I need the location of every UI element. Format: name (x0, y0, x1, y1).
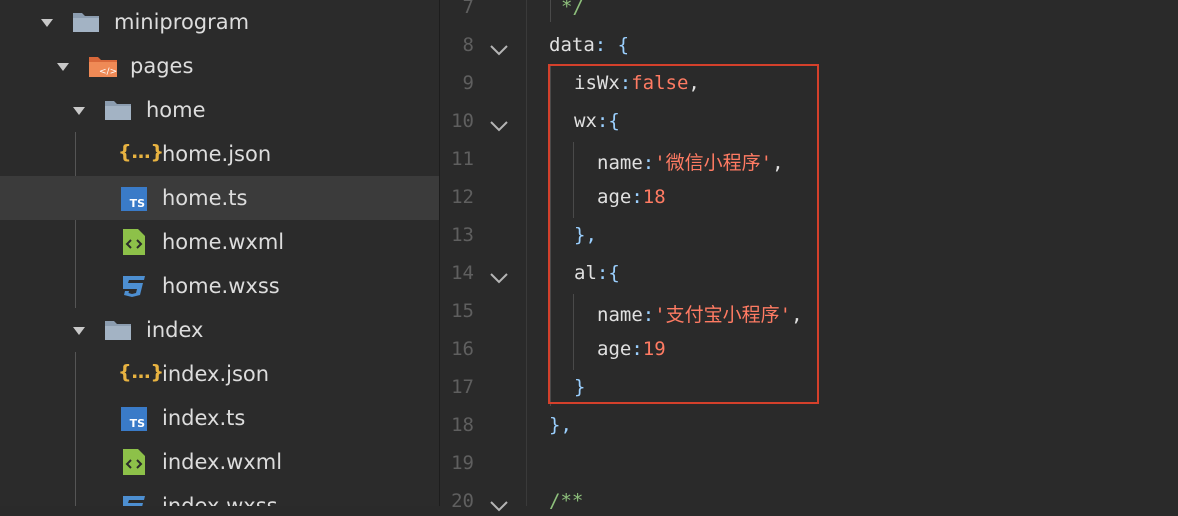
line-number: 12 (451, 186, 474, 208)
chevron-down-icon[interactable] (57, 63, 69, 71)
fold-chevron-icon[interactable] (490, 269, 508, 284)
tree-item-label: home.json (162, 142, 272, 166)
line-number: 10 (451, 110, 474, 132)
file-explorer: miniprogram </> pages home {…} home.json… (0, 0, 439, 506)
tree-item-home[interactable]: home (0, 88, 439, 132)
tree-item-label: index.wxss (162, 494, 278, 506)
chevron-down-icon[interactable] (41, 19, 53, 27)
line-number: 16 (451, 338, 474, 360)
folder-icon (104, 97, 132, 123)
wxml-icon (122, 448, 146, 476)
line-number: 7 (462, 0, 474, 18)
line-number: 11 (451, 148, 474, 170)
tree-item-label: index.json (162, 362, 270, 386)
folder-icon (104, 317, 132, 343)
chevron-down-icon[interactable] (73, 327, 85, 335)
gutter-separator (526, 0, 527, 506)
css-icon (120, 274, 148, 298)
line-number: 17 (451, 376, 474, 398)
line-number: 19 (451, 452, 474, 474)
line-number: 14 (451, 262, 474, 284)
tree-item-index[interactable]: index (0, 308, 439, 352)
tree-item-index-ts[interactable]: TS index.ts (0, 396, 439, 440)
line-number: 9 (462, 72, 474, 94)
line-number: 15 (451, 300, 474, 322)
chevron-down-icon[interactable] (73, 107, 85, 115)
tree-item-label: index.ts (162, 406, 246, 430)
line-number: 20 (451, 490, 474, 512)
fold-chevron-icon[interactable] (490, 497, 508, 512)
tree-item-label: miniprogram (114, 10, 250, 34)
fold-chevron-icon[interactable] (490, 117, 508, 132)
code-token: : { (594, 34, 630, 56)
ts-icon: TS (121, 187, 147, 211)
tree-item-home-json[interactable]: {…} home.json (0, 132, 439, 176)
code-line[interactable]: data: { (549, 34, 629, 56)
tree-item-home-wxss[interactable]: home.wxss (0, 264, 439, 308)
code-token: */ (561, 0, 584, 18)
tree-item-label: pages (130, 54, 194, 78)
fold-chevron-icon[interactable] (490, 41, 508, 56)
tree-item-label: index (146, 318, 204, 342)
pages-folder-icon: </> (88, 53, 117, 79)
json-icon: {…} (118, 141, 165, 163)
code-token: data (549, 34, 595, 56)
ts-icon-text: TS (129, 417, 145, 430)
tree-item-label: home (146, 98, 206, 122)
ts-icon: TS (121, 407, 147, 431)
ts-icon-text: TS (129, 197, 145, 210)
tree-item-label: home.wxml (162, 230, 285, 254)
line-number: 8 (462, 34, 474, 56)
line-number: 13 (451, 224, 474, 246)
tree-item-index-wxss[interactable]: index.wxss (0, 484, 439, 506)
code-token: }, (549, 414, 572, 436)
wxml-icon (122, 228, 146, 256)
json-icon: {…} (118, 361, 165, 383)
svg-text:</>: </> (99, 67, 117, 77)
tree-item-miniprogram[interactable]: miniprogram (0, 0, 439, 44)
code-token: /** (549, 490, 584, 512)
tree-item-index-wxml[interactable]: index.wxml (0, 440, 439, 484)
tree-item-label: home.ts (162, 186, 248, 210)
tree-item-home-ts[interactable]: TS home.ts (0, 176, 439, 220)
code-editor[interactable]: 7 8 9 10 11 12 13 14 15 16 17 18 19 20 */data: {isWx:… (440, 0, 1178, 512)
indent-guide (550, 0, 551, 22)
tree-item-label: home.wxss (162, 274, 280, 298)
tree-item-index-json[interactable]: {…} index.json (0, 352, 439, 396)
code-line[interactable]: /** (549, 490, 583, 512)
css-icon (120, 494, 148, 506)
tree-item-label: index.wxml (162, 450, 283, 474)
tree-item-home-wxml[interactable]: home.wxml (0, 220, 439, 264)
line-number: 18 (451, 414, 474, 436)
code-line[interactable]: }, (549, 414, 572, 436)
code-line[interactable]: */ (561, 0, 584, 18)
tree-item-pages[interactable]: </> pages (0, 44, 439, 88)
folder-icon (72, 9, 100, 35)
highlight-annotation-box (548, 64, 819, 404)
